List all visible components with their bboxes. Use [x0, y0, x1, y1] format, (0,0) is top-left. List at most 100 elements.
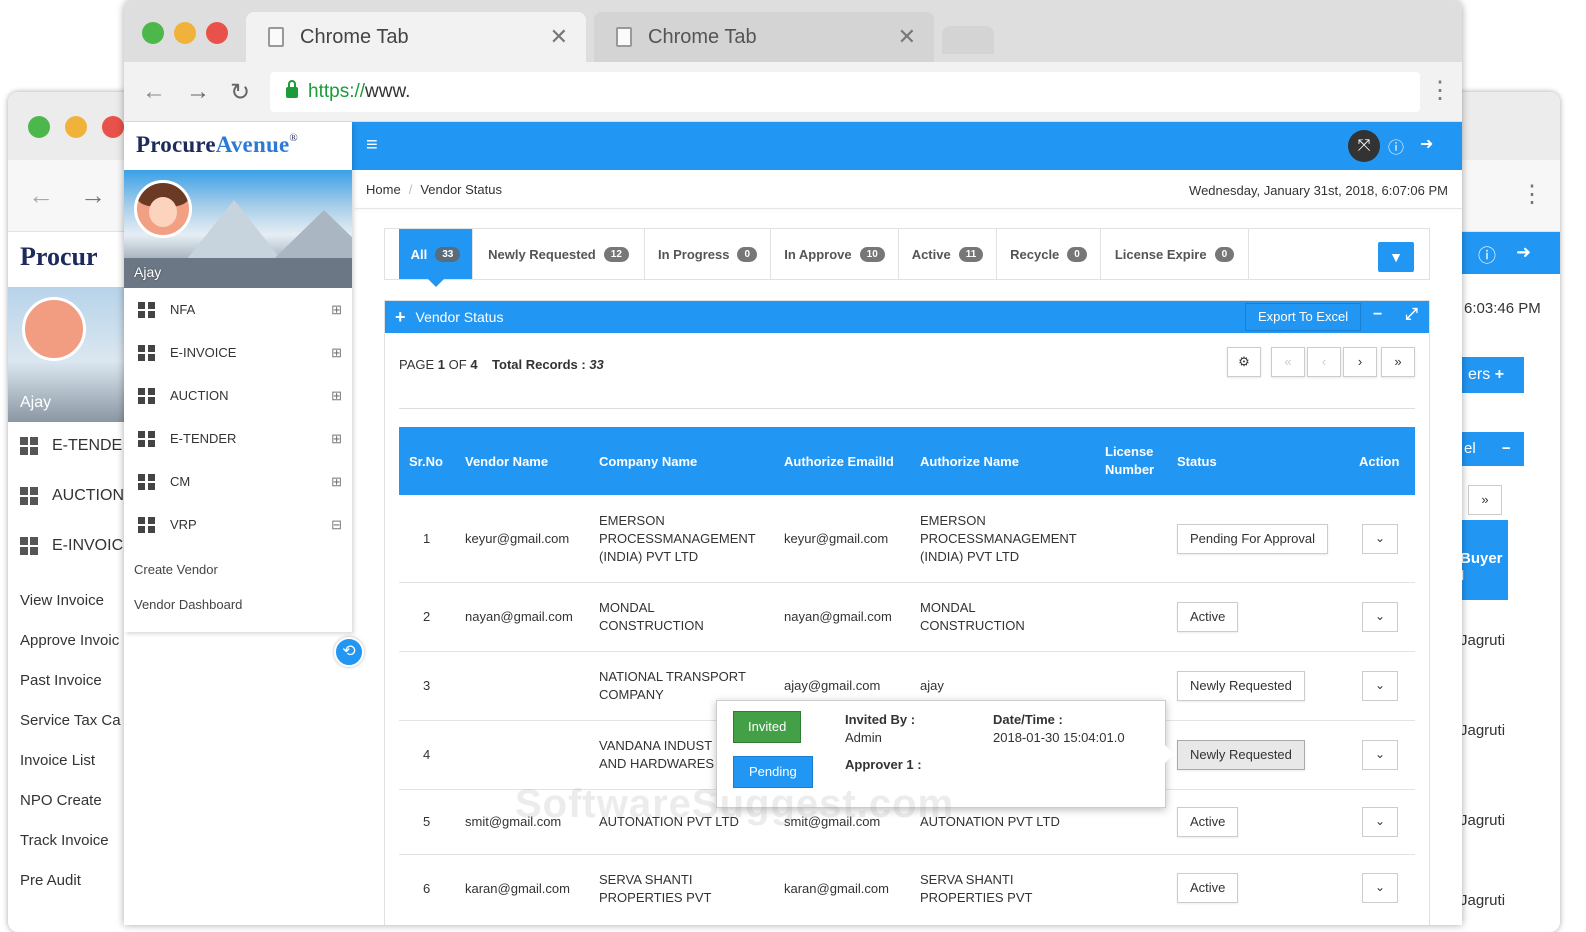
column-header[interactable]: Company Name	[599, 427, 697, 495]
back-arrow-icon[interactable]: ←	[142, 78, 166, 106]
sidebar-item-vrp[interactable]: VRP ⊟	[124, 503, 352, 546]
expand-icon[interactable]: ⊞	[331, 345, 342, 361]
back-link[interactable]: Service Tax Ca	[20, 712, 121, 729]
status-button[interactable]: Newly Requested	[1177, 671, 1305, 701]
chevron-down-icon[interactable]: ⌄	[1362, 524, 1398, 554]
back-link[interactable]: Invoice List	[20, 752, 95, 769]
back-arrow-icon[interactable]: ←	[28, 180, 54, 211]
column-header[interactable]: Sr.No	[409, 427, 443, 495]
info-icon[interactable]: ⓘ	[1388, 134, 1404, 158]
back-last-page-button[interactable]: »	[1468, 485, 1502, 515]
expand-icon[interactable]: ⊞	[331, 474, 342, 490]
column-header[interactable]: Authorize Name	[920, 427, 1019, 495]
first-page-button[interactable]: «	[1271, 347, 1305, 377]
hamburger-menu-icon[interactable]: ≡	[366, 134, 378, 157]
tab-all[interactable]: All 33	[399, 229, 473, 287]
status-filter-tabs: All 33 Newly Requested 12 In Progress 0 In …	[384, 228, 1430, 287]
chevron-down-icon[interactable]: ⌄	[1362, 602, 1398, 632]
sidebar-item-e-tender[interactable]: E-TENDER ⊞	[124, 417, 352, 460]
plus-icon[interactable]: +	[395, 307, 406, 328]
zoom-dot[interactable]	[142, 22, 164, 44]
procure-avenue-logo[interactable]: ProcureAvenue®	[136, 132, 298, 158]
fullscreen-icon[interactable]: ⤧	[1348, 130, 1380, 162]
logout-icon[interactable]: ➜	[1420, 134, 1433, 154]
reload-icon[interactable]: ↻	[230, 78, 250, 107]
chevron-down-icon[interactable]: ⌄	[1362, 740, 1398, 770]
collapse-icon[interactable]: ⊟	[331, 517, 342, 533]
back-buyer-name: Jagruti	[1460, 632, 1506, 649]
sidebar-item-auction[interactable]: AUCTION ⊞	[124, 374, 352, 417]
back-add-button[interactable]: ers +	[1460, 357, 1524, 393]
sidebar-item-nfa[interactable]: NFA ⊞	[124, 288, 352, 331]
url-input[interactable]: https://www.	[270, 72, 1420, 112]
prev-page-button[interactable]: ‹	[1307, 347, 1341, 377]
browser-tab[interactable]: Chrome Tab ✕	[594, 12, 934, 62]
back-close-dot[interactable]	[102, 116, 124, 138]
tab-active[interactable]: Active 11	[899, 229, 997, 279]
back-link[interactable]: Pre Audit	[20, 872, 81, 889]
minimize-panel-icon[interactable]: −	[1373, 306, 1382, 324]
back-link[interactable]: View Invoice	[20, 592, 104, 609]
column-header[interactable]: License Number	[1105, 427, 1169, 495]
collapse-sidebar-icon[interactable]: ⟲	[334, 637, 364, 667]
tab-recycle[interactable]: Recycle 0	[997, 229, 1101, 279]
export-to-excel-button[interactable]: Export To Excel	[1245, 303, 1362, 331]
column-header[interactable]: Vendor Name	[465, 427, 548, 495]
datetime-label: Date/Time :	[993, 712, 1063, 727]
forward-arrow-icon[interactable]: →	[186, 78, 210, 106]
chevron-down-icon[interactable]: ⌄	[1362, 807, 1398, 837]
tab-newly-requested[interactable]: Newly Requested 12	[473, 229, 645, 279]
breadcrumb-home[interactable]: Home	[366, 182, 401, 197]
minimize-dot[interactable]	[174, 22, 196, 44]
back-menu-item[interactable]: E-TENDE	[20, 437, 122, 455]
sidebar-link-create-vendor[interactable]: Create Vendor	[134, 562, 218, 577]
back-minimize-dot[interactable]	[65, 116, 87, 138]
column-header[interactable]: Authorize EmailId	[784, 427, 894, 495]
next-page-button[interactable]: ›	[1343, 347, 1377, 377]
settings-gear-icon[interactable]: ⚙	[1227, 347, 1261, 377]
logout-icon[interactable]: ➜	[1516, 242, 1531, 263]
forward-arrow-icon[interactable]: →	[80, 180, 106, 211]
expand-icon[interactable]: ⊞	[331, 302, 342, 318]
expand-icon[interactable]: ⊞	[331, 431, 342, 447]
tab-in-progress[interactable]: In Progress 0	[645, 229, 771, 279]
sidebar-item-e-invoice[interactable]: E-INVOICE ⊞	[124, 331, 352, 374]
column-header[interactable]: Status	[1177, 427, 1217, 495]
windows-icon	[20, 487, 38, 505]
status-button[interactable]: Pending For Approval	[1177, 524, 1329, 554]
status-button[interactable]: Active	[1177, 807, 1239, 837]
close-tab-icon[interactable]: ✕	[550, 24, 568, 50]
close-dot[interactable]	[206, 22, 228, 44]
browser-tab-active[interactable]: Chrome Tab ✕	[246, 12, 586, 62]
tab-license-expire[interactable]: License Expire 0	[1101, 229, 1249, 279]
close-tab-icon[interactable]: ✕	[898, 24, 916, 50]
sidebar-item-cm[interactable]: CM ⊞	[124, 460, 352, 503]
tab-in-approve[interactable]: In Approve 10	[771, 229, 899, 279]
windows-icon	[20, 437, 38, 455]
back-menu-item[interactable]: E-INVOIC	[20, 537, 123, 555]
kebab-menu-icon[interactable]: ⋮	[1428, 76, 1452, 105]
back-menu-item[interactable]: AUCTION	[20, 487, 124, 505]
filter-icon[interactable]: ▼	[1378, 242, 1414, 272]
user-avatar[interactable]	[134, 180, 192, 238]
count-badge: 0	[1067, 246, 1087, 262]
chevron-down-icon[interactable]: ⌄	[1362, 671, 1398, 701]
back-link[interactable]: Track Invoice	[20, 832, 109, 849]
sidebar-link-vendor-dashboard[interactable]: Vendor Dashboard	[134, 597, 242, 612]
back-link[interactable]: Approve Invoic	[20, 632, 119, 649]
last-page-button[interactable]: »	[1381, 347, 1415, 377]
column-header[interactable]: Action	[1359, 427, 1399, 495]
back-link[interactable]: Past Invoice	[20, 672, 102, 689]
kebab-menu-icon[interactable]: ⋮	[1520, 180, 1544, 209]
expand-icon[interactable]: ⊞	[331, 388, 342, 404]
status-button[interactable]: Active	[1177, 602, 1239, 632]
info-icon[interactable]: ⓘ	[1478, 242, 1496, 268]
expand-panel-icon[interactable]: ⤢	[1405, 306, 1418, 324]
status-button[interactable]: Newly Requested	[1177, 740, 1305, 770]
chevron-down-icon[interactable]: ⌄	[1362, 873, 1398, 903]
back-link[interactable]: NPO Create	[20, 792, 102, 809]
back-zoom-dot[interactable]	[28, 116, 50, 138]
new-tab-button[interactable]	[942, 26, 994, 54]
status-button[interactable]: Active	[1177, 873, 1239, 903]
invited-status-button[interactable]: Invited	[733, 711, 802, 743]
